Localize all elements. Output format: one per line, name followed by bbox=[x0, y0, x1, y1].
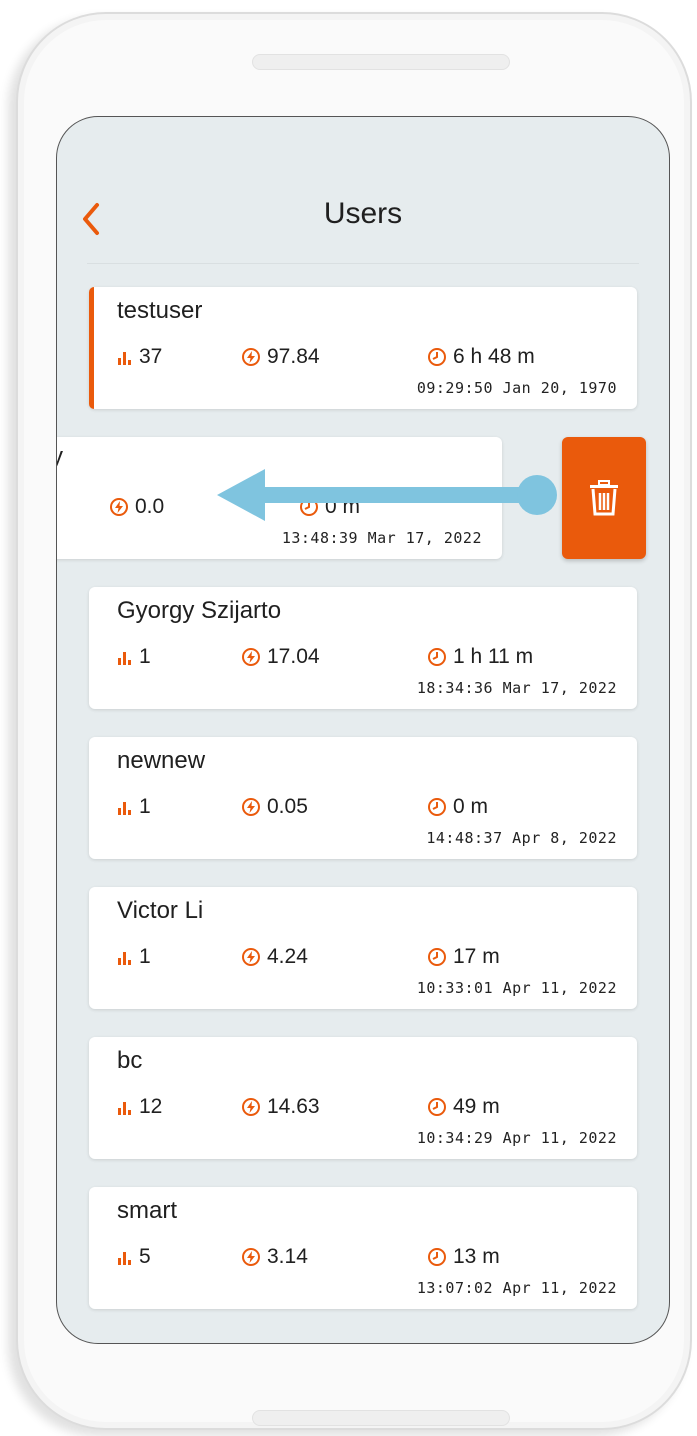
user-name: y bbox=[57, 443, 63, 471]
energy-value: 17.04 bbox=[267, 645, 320, 668]
time-value: 0 m bbox=[453, 795, 489, 818]
swipe-left-arrow-icon bbox=[217, 469, 557, 521]
bar-chart-icon bbox=[118, 952, 131, 965]
level-value: 1 bbox=[139, 795, 151, 818]
energy-value: 0.0 bbox=[135, 495, 165, 518]
bar-chart-icon bbox=[118, 352, 131, 365]
time-value: 1 h 11 m bbox=[453, 645, 534, 668]
user-card[interactable]: bc 12 14.63 49 m 10:34:29 Apr 11, 2022 bbox=[89, 1037, 637, 1159]
user-name: newnew bbox=[117, 747, 206, 774]
time-stat: 49 m bbox=[427, 1095, 500, 1119]
phone-speaker-bottom bbox=[252, 1410, 510, 1426]
time-value: 49 m bbox=[453, 1095, 500, 1118]
user-name: smart bbox=[117, 1197, 177, 1224]
clock-icon bbox=[428, 648, 446, 666]
level-value: 37 bbox=[139, 345, 163, 368]
trash-icon bbox=[590, 480, 618, 516]
energy-stat: 97.84 bbox=[241, 345, 320, 369]
time-stat: 6 h 48 m bbox=[427, 345, 535, 369]
time-value: 6 h 48 m bbox=[453, 345, 535, 368]
bolt-icon bbox=[242, 648, 260, 666]
user-name: Victor Li bbox=[117, 897, 204, 924]
energy-value: 14.63 bbox=[267, 1095, 320, 1118]
bolt-icon bbox=[242, 798, 260, 816]
time-stat: 17 m bbox=[427, 945, 500, 969]
level-value: 12 bbox=[139, 1095, 163, 1118]
user-card[interactable]: testuser 37 97.84 6 h 48 m 09:29:50 Jan … bbox=[89, 287, 637, 409]
user-name: testuser bbox=[117, 297, 203, 324]
clock-icon bbox=[428, 1248, 446, 1266]
bar-chart-icon bbox=[118, 1252, 131, 1265]
time-stat: 13 m bbox=[427, 1245, 500, 1269]
time-value: 17 m bbox=[453, 945, 500, 968]
page-title: Users bbox=[323, 197, 403, 230]
bolt-icon bbox=[242, 348, 260, 366]
bar-chart-icon bbox=[118, 1102, 131, 1115]
level-stat: 1 bbox=[117, 795, 151, 819]
timestamp: 18:34:36 Mar 17, 2022 bbox=[416, 679, 617, 697]
energy-stat: 0.05 bbox=[241, 795, 308, 819]
user-card[interactable]: newnew 1 0.05 0 m 14:48:37 Apr 8, 2022 bbox=[89, 737, 637, 859]
phone-speaker-top bbox=[252, 54, 510, 70]
user-card[interactable]: Victor Li 1 4.24 17 m 10:33:01 Apr 11, 2… bbox=[89, 887, 637, 1009]
bolt-icon bbox=[242, 1248, 260, 1266]
header: Users bbox=[57, 177, 669, 267]
level-value: 1 bbox=[139, 645, 151, 668]
timestamp: 14:48:37 Apr 8, 2022 bbox=[426, 829, 617, 847]
timestamp: 10:33:01 Apr 11, 2022 bbox=[416, 979, 617, 997]
time-value: 13 m bbox=[453, 1245, 500, 1268]
energy-stat: 4.24 bbox=[241, 945, 308, 969]
delete-button[interactable] bbox=[562, 437, 646, 559]
bar-chart-icon bbox=[118, 652, 131, 665]
clock-icon bbox=[428, 948, 446, 966]
level-value: 1 bbox=[139, 945, 151, 968]
timestamp: 13:48:39 Mar 17, 2022 bbox=[281, 529, 482, 547]
bolt-icon bbox=[110, 498, 128, 516]
clock-icon bbox=[428, 348, 446, 366]
bolt-icon bbox=[242, 1098, 260, 1116]
clock-icon bbox=[428, 798, 446, 816]
user-name: Gyorgy Szijarto bbox=[117, 597, 282, 624]
energy-value: 3.14 bbox=[267, 1245, 308, 1268]
level-stat: 12 bbox=[117, 1095, 162, 1119]
user-card[interactable]: Gyorgy Szijarto 1 17.04 1 h 11 m 18:34:3… bbox=[89, 587, 637, 709]
energy-value: 97.84 bbox=[267, 345, 320, 368]
bar-chart-icon bbox=[118, 802, 131, 815]
energy-value: 0.05 bbox=[267, 795, 308, 818]
timestamp: 13:07:02 Apr 11, 2022 bbox=[416, 1279, 617, 1297]
time-stat: 1 h 11 m bbox=[427, 645, 533, 669]
header-divider bbox=[87, 263, 639, 264]
level-stat: 1 bbox=[117, 945, 151, 969]
level-stat: 1 bbox=[117, 645, 151, 669]
selected-indicator bbox=[89, 287, 94, 409]
timestamp: 10:34:29 Apr 11, 2022 bbox=[416, 1129, 617, 1147]
clock-icon bbox=[428, 1098, 446, 1116]
timestamp: 09:29:50 Jan 20, 1970 bbox=[416, 379, 617, 397]
energy-stat: 17.04 bbox=[241, 645, 320, 669]
user-card[interactable]: smart 5 3.14 13 m 13:07:02 Apr 11, 2022 bbox=[89, 1187, 637, 1309]
energy-stat: 0.0 bbox=[109, 495, 164, 519]
user-name: bc bbox=[117, 1047, 143, 1074]
bolt-icon bbox=[242, 948, 260, 966]
time-stat: 0 m bbox=[427, 795, 488, 819]
energy-stat: 14.63 bbox=[241, 1095, 320, 1119]
level-value: 5 bbox=[139, 1245, 151, 1268]
energy-value: 4.24 bbox=[267, 945, 308, 968]
app-screen: Users testuser 37 97.84 6 h 48 m 09:29:5… bbox=[56, 116, 670, 1344]
level-stat: 5 bbox=[117, 1245, 151, 1269]
level-stat: 37 bbox=[117, 345, 162, 369]
energy-stat: 3.14 bbox=[241, 1245, 308, 1269]
